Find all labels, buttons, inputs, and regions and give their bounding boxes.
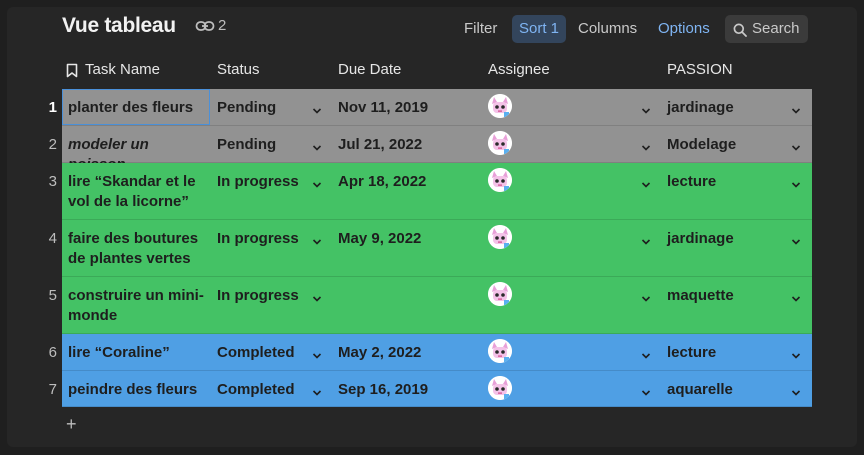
link-icon[interactable] [195, 19, 215, 33]
chevron-down-icon[interactable] [641, 139, 651, 151]
row-number: 1 [48, 99, 57, 116]
table-row[interactable]: construire un mini-monde In progress maque… [62, 277, 812, 334]
chevron-down-icon[interactable] [312, 290, 322, 302]
chevron-down-icon[interactable] [791, 233, 801, 245]
page-title: Vue tableau [62, 14, 176, 37]
assignee-avatar[interactable] [488, 168, 512, 192]
passion-cell[interactable]: jardinage [667, 229, 734, 249]
assignee-avatar[interactable] [488, 225, 512, 249]
chevron-down-icon[interactable] [791, 347, 801, 359]
row-number: 2 [48, 136, 57, 153]
chevron-down-icon[interactable] [641, 347, 651, 359]
chevron-down-icon[interactable] [641, 102, 651, 114]
status-cell[interactable]: In progress [217, 286, 299, 306]
passion-cell[interactable]: lecture [667, 343, 716, 363]
due-date-cell[interactable]: Sep 16, 2019 [338, 380, 428, 400]
table-row[interactable]: lire “Skandar et le vol de la licorne” In… [62, 163, 812, 220]
status-cell[interactable]: Pending [217, 135, 276, 155]
search-label: Search [752, 20, 800, 37]
row-number: 5 [48, 287, 57, 304]
chevron-down-icon[interactable] [641, 176, 651, 188]
column-header-assignee[interactable]: Assignee [488, 61, 550, 78]
due-date-cell[interactable]: May 9, 2022 [338, 229, 421, 249]
chevron-down-icon[interactable] [312, 233, 322, 245]
passion-cell[interactable]: Modelage [667, 135, 736, 155]
passion-cell[interactable]: jardinage [667, 98, 734, 118]
chevron-down-icon[interactable] [791, 139, 801, 151]
chevron-down-icon[interactable] [641, 233, 651, 245]
status-cell[interactable]: Completed [217, 380, 295, 400]
chevron-down-icon[interactable] [791, 290, 801, 302]
chevron-down-icon[interactable] [791, 384, 801, 396]
row-number: 3 [48, 173, 57, 190]
status-cell[interactable]: In progress [217, 172, 299, 192]
chevron-down-icon[interactable] [312, 139, 322, 151]
link-count: 2 [218, 17, 227, 34]
search-icon [733, 23, 747, 37]
status-cell[interactable]: Pending [217, 98, 276, 118]
row-number: 6 [48, 344, 57, 361]
passion-cell[interactable]: aquarelle [667, 380, 733, 400]
chevron-down-icon[interactable] [312, 384, 322, 396]
table-row[interactable]: modeler un poissonPendingJul 21, 2022Mod… [62, 126, 812, 173]
chevron-down-icon[interactable] [312, 347, 322, 359]
due-date-cell[interactable]: Apr 18, 2022 [338, 172, 426, 192]
chevron-down-icon[interactable] [312, 176, 322, 188]
row-number: 4 [48, 230, 57, 247]
column-header-due-date[interactable]: Due Date [338, 61, 401, 78]
table-row[interactable]: lire “Coraline” Completed May 2, 2022 lectu… [62, 334, 812, 371]
due-date-cell[interactable]: May 2, 2022 [338, 343, 421, 363]
task-name-cell[interactable]: faire des boutures de plantes vertes [68, 229, 208, 269]
table-row[interactable]: faire des boutures de plantes vertes In p… [62, 220, 812, 277]
options-button[interactable]: Options [652, 15, 716, 43]
chevron-down-icon[interactable] [641, 384, 651, 396]
chevron-down-icon[interactable] [791, 102, 801, 114]
status-cell[interactable]: In progress [217, 229, 299, 249]
chevron-down-icon[interactable] [641, 290, 651, 302]
assignee-avatar[interactable] [488, 376, 512, 400]
table-row[interactable]: peindre des fleurs Completed Sep 16, 2019 a… [62, 371, 812, 407]
task-name-cell[interactable]: construire un mini-monde [68, 286, 208, 326]
task-name-cell[interactable]: lire “Skandar et le vol de la licorne” [68, 172, 208, 212]
passion-cell[interactable]: maquette [667, 286, 734, 306]
columns-button[interactable]: Columns [572, 15, 643, 43]
search-button[interactable]: Search [725, 15, 808, 43]
bookmark-icon [66, 63, 78, 78]
column-header-status[interactable]: Status [217, 61, 260, 78]
task-name-cell[interactable]: peindre des fleurs [68, 380, 208, 400]
filter-button[interactable]: Filter [458, 15, 503, 43]
task-name-cell[interactable]: lire “Coraline” [68, 343, 208, 363]
sort-button[interactable]: Sort 1 [512, 15, 567, 43]
assignee-avatar[interactable] [488, 94, 512, 118]
passion-cell[interactable]: lecture [667, 172, 716, 192]
due-date-cell[interactable]: Jul 21, 2022 [338, 135, 422, 155]
table-row[interactable]: planter des fleurs Pending Nov 11, 2019 jar… [62, 89, 812, 126]
column-header-task-name[interactable]: Task Name [85, 61, 160, 78]
chevron-down-icon[interactable] [312, 102, 322, 114]
status-cell[interactable]: Completed [217, 343, 295, 363]
due-date-cell[interactable]: Nov 11, 2019 [338, 98, 428, 118]
add-row-button[interactable]: + [66, 414, 77, 435]
assignee-avatar[interactable] [488, 282, 512, 306]
chevron-down-icon[interactable] [791, 176, 801, 188]
assignee-avatar[interactable] [488, 339, 512, 363]
row-divider [62, 406, 812, 407]
column-header-passion[interactable]: PASSION [667, 61, 733, 78]
assignee-avatar[interactable] [488, 131, 512, 155]
row-number: 7 [48, 381, 57, 398]
task-name-cell[interactable]: planter des fleurs [68, 98, 208, 118]
